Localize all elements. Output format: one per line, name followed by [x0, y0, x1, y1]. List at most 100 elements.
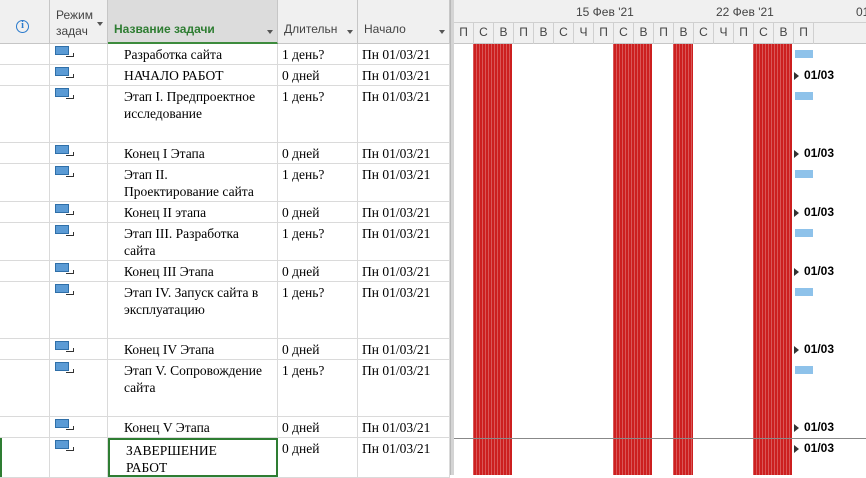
duration-column-header[interactable]: Длительн: [278, 0, 358, 44]
task-start-cell[interactable]: Пн 01/03/21: [358, 65, 450, 85]
row-indicator-cell[interactable]: [0, 44, 50, 64]
chevron-down-icon[interactable]: [97, 22, 103, 26]
milestone-marker[interactable]: [794, 268, 799, 276]
task-mode-cell[interactable]: [50, 282, 108, 338]
task-name-cell[interactable]: Конец V Этапа: [108, 417, 278, 437]
task-duration-cell[interactable]: 1 день?: [278, 86, 358, 142]
task-start-cell[interactable]: Пн 01/03/21: [358, 360, 450, 416]
task-duration-cell[interactable]: 1 день?: [278, 164, 358, 201]
task-row[interactable]: Конец V Этапа 0 дней Пн 01/03/21: [0, 417, 450, 438]
start-column-header[interactable]: Начало: [358, 0, 450, 44]
task-duration-cell[interactable]: 1 день?: [278, 360, 358, 416]
task-row[interactable]: Конец IV Этапа 0 дней Пн 01/03/21: [0, 339, 450, 360]
task-row[interactable]: ЗАВЕРШЕНИЕ РАБОТ 0 дней Пн 01/03/21: [0, 438, 450, 478]
task-mode-cell[interactable]: [50, 339, 108, 359]
row-indicator-cell[interactable]: [0, 417, 50, 437]
task-name-cell[interactable]: Конец I Этапа: [108, 143, 278, 163]
row-indicator-cell[interactable]: [0, 86, 50, 142]
task-start-cell[interactable]: Пн 01/03/21: [358, 339, 450, 359]
task-mode-cell[interactable]: [50, 164, 108, 201]
task-duration-cell[interactable]: 0 дней: [278, 65, 358, 85]
info-column-header[interactable]: i: [0, 0, 50, 44]
task-mode-cell[interactable]: [50, 143, 108, 163]
task-start-cell[interactable]: Пн 01/03/21: [358, 86, 450, 142]
milestone-marker[interactable]: [794, 72, 799, 80]
task-name-cell[interactable]: Этап IV. Запуск сайта в эксплуатацию: [108, 282, 278, 338]
task-start-cell[interactable]: Пн 01/03/21: [358, 417, 450, 437]
task-duration-cell[interactable]: 0 дней: [278, 202, 358, 222]
task-mode-cell[interactable]: [50, 438, 108, 477]
milestone-marker[interactable]: [794, 445, 799, 453]
task-row[interactable]: Этап II. Проектирование сайта 1 день? Пн 01…: [0, 164, 450, 202]
row-indicator-cell[interactable]: [0, 164, 50, 201]
row-indicator-cell[interactable]: [0, 65, 50, 85]
task-mode-cell[interactable]: [50, 202, 108, 222]
task-row[interactable]: Конец I Этапа 0 дней Пн 01/03/21: [0, 143, 450, 164]
row-indicator-cell[interactable]: [0, 360, 50, 416]
task-mode-cell[interactable]: [50, 65, 108, 85]
task-name-cell[interactable]: Конец II этапа: [108, 202, 278, 222]
task-mode-cell[interactable]: [50, 360, 108, 416]
chevron-down-icon[interactable]: [439, 30, 445, 34]
task-row[interactable]: Разработка сайта 1 день? Пн 01/03/21: [0, 44, 450, 65]
task-start-cell[interactable]: Пн 01/03/21: [358, 223, 450, 260]
task-bar[interactable]: [795, 288, 813, 296]
task-duration-cell[interactable]: 0 дней: [278, 339, 358, 359]
task-start-cell[interactable]: Пн 01/03/21: [358, 44, 450, 64]
task-start-cell[interactable]: Пн 01/03/21: [358, 143, 450, 163]
row-indicator-cell[interactable]: [0, 438, 50, 477]
task-name-cell[interactable]: Конец III Этапа: [108, 261, 278, 281]
row-indicator-cell[interactable]: [0, 282, 50, 338]
task-mode-cell[interactable]: [50, 261, 108, 281]
milestone-marker[interactable]: [794, 424, 799, 432]
task-duration-cell[interactable]: 1 день?: [278, 44, 358, 64]
task-name-cell[interactable]: ЗАВЕРШЕНИЕ РАБОТ: [108, 438, 278, 477]
task-name-cell[interactable]: Конец IV Этапа: [108, 339, 278, 359]
milestone-marker[interactable]: [794, 346, 799, 354]
task-bar[interactable]: [795, 50, 813, 58]
name-column-header[interactable]: Название задачи: [108, 0, 278, 44]
task-bar[interactable]: [795, 366, 813, 374]
task-duration-cell[interactable]: 1 день?: [278, 223, 358, 260]
task-mode-cell[interactable]: [50, 417, 108, 437]
chevron-down-icon[interactable]: [347, 30, 353, 34]
milestone-marker[interactable]: [794, 209, 799, 217]
row-indicator-cell[interactable]: [0, 261, 50, 281]
task-name-cell[interactable]: Этап I. Предпроектное исследование: [108, 86, 278, 142]
task-start-cell[interactable]: Пн 01/03/21: [358, 438, 450, 477]
task-name-cell[interactable]: Разработка сайта: [108, 44, 278, 64]
task-row[interactable]: Этап V. Сопровождение сайта 1 день? Пн 01/0…: [0, 360, 450, 417]
task-row[interactable]: НАЧАЛО РАБОТ 0 дней Пн 01/03/21: [0, 65, 450, 86]
task-start-cell[interactable]: Пн 01/03/21: [358, 164, 450, 201]
task-bar[interactable]: [795, 92, 813, 100]
task-row[interactable]: Этап III. Разработка сайта 1 день? Пн 01/03…: [0, 223, 450, 261]
task-name-cell[interactable]: Этап II. Проектирование сайта: [108, 164, 278, 201]
task-duration-cell[interactable]: 1 день?: [278, 282, 358, 338]
task-row[interactable]: Этап IV. Запуск сайта в эксплуатацию 1 ден…: [0, 282, 450, 339]
task-name-cell[interactable]: Этап V. Сопровождение сайта: [108, 360, 278, 416]
chevron-down-icon[interactable]: [267, 30, 273, 34]
row-indicator-cell[interactable]: [0, 339, 50, 359]
task-duration-cell[interactable]: 0 дней: [278, 143, 358, 163]
task-duration-cell[interactable]: 0 дней: [278, 417, 358, 437]
mode-column-header[interactable]: Режим задач: [50, 0, 108, 44]
task-start-cell[interactable]: Пн 01/03/21: [358, 282, 450, 338]
row-indicator-cell[interactable]: [0, 202, 50, 222]
task-name-cell[interactable]: Этап III. Разработка сайта: [108, 223, 278, 260]
task-mode-cell[interactable]: [50, 44, 108, 64]
task-duration-cell[interactable]: 0 дней: [278, 438, 358, 477]
row-indicator-cell[interactable]: [0, 143, 50, 163]
task-mode-cell[interactable]: [50, 86, 108, 142]
milestone-marker[interactable]: [794, 150, 799, 158]
task-name-cell[interactable]: НАЧАЛО РАБОТ: [108, 65, 278, 85]
task-duration-cell[interactable]: 0 дней: [278, 261, 358, 281]
task-start-cell[interactable]: Пн 01/03/21: [358, 261, 450, 281]
task-bar[interactable]: [795, 170, 813, 178]
task-row[interactable]: Конец II этапа 0 дней Пн 01/03/21: [0, 202, 450, 223]
task-mode-cell[interactable]: [50, 223, 108, 260]
task-start-cell[interactable]: Пн 01/03/21: [358, 202, 450, 222]
task-row[interactable]: Этап I. Предпроектное исследование 1 день?…: [0, 86, 450, 143]
task-row[interactable]: Конец III Этапа 0 дней Пн 01/03/21: [0, 261, 450, 282]
row-indicator-cell[interactable]: [0, 223, 50, 260]
task-bar[interactable]: [795, 229, 813, 237]
